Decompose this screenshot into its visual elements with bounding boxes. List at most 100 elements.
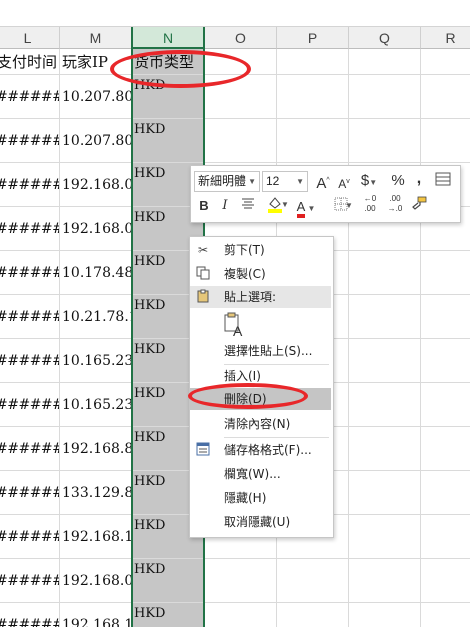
cell-m[interactable]: 192.168.1. [60, 603, 132, 627]
cell-m[interactable]: 192.168.0. [60, 163, 132, 207]
cell-m[interactable]: 10.165.237 [60, 383, 132, 427]
borders-icon[interactable]: ▼ [327, 196, 355, 216]
fill-color-icon[interactable]: ▼ [261, 195, 289, 218]
menu-item-unhide[interactable]: 取消隱藏(U) [190, 511, 331, 533]
header-cell-n[interactable]: 货币类型 [132, 49, 205, 75]
cell-l[interactable]: ######## [0, 559, 60, 603]
cell-p[interactable] [277, 559, 349, 603]
cell-m[interactable]: 192.168.10 [60, 515, 132, 559]
grow-font-button[interactable]: A^ [314, 171, 332, 194]
cell-r[interactable] [421, 119, 470, 163]
cell-n[interactable]: HKD [132, 559, 205, 603]
cell-m[interactable]: 10.21.78.1 [60, 295, 132, 339]
cell-l[interactable]: ######## [0, 427, 60, 471]
cell-m[interactable]: 133.129.8. [60, 471, 132, 515]
header-cell-m[interactable]: 玩家IP [60, 49, 132, 75]
column-header-r[interactable]: R [421, 27, 470, 49]
menu-item-cut[interactable]: ✂ 剪下(T) [190, 239, 331, 261]
column-header-o[interactable]: O [205, 27, 277, 49]
column-header-n[interactable]: N [132, 27, 205, 49]
cell-l[interactable]: ######## [0, 207, 60, 251]
cell-l[interactable]: ######## [0, 251, 60, 295]
header-cell-q[interactable] [349, 49, 421, 75]
format-painter-icon[interactable] [409, 196, 429, 217]
column-header-l[interactable]: L [0, 27, 60, 49]
increase-decimal-button[interactable]: ←0.00 [359, 194, 381, 214]
cell-q[interactable] [349, 295, 421, 339]
cell-n[interactable]: HKD [132, 603, 205, 627]
cell-q[interactable] [349, 603, 421, 627]
cell-l[interactable]: ######## [0, 515, 60, 559]
font-name-box[interactable]: 新細明體 ▼ [194, 171, 260, 192]
cell-q[interactable] [349, 339, 421, 383]
menu-item-delete[interactable]: 刪除(D) [190, 388, 331, 410]
percent-style-button[interactable]: % [389, 171, 407, 191]
cell-l[interactable]: ######## [0, 163, 60, 207]
cell-q[interactable] [349, 383, 421, 427]
cell-r[interactable] [421, 603, 470, 627]
cell-n[interactable]: HKD [132, 119, 205, 163]
menu-item-format-cells[interactable]: 儲存格格式(F)... [190, 439, 331, 461]
cell-o[interactable] [205, 603, 277, 627]
cell-p[interactable] [277, 603, 349, 627]
cell-r[interactable] [421, 383, 470, 427]
cell-l[interactable]: ######## [0, 383, 60, 427]
menu-item-column-width[interactable]: 欄寬(W)... [190, 463, 331, 485]
font-color-button[interactable]: A ▼ [291, 196, 321, 219]
menu-item-paste-special[interactable]: 選擇性貼上(S)... [190, 340, 331, 362]
align-center-icon[interactable] [239, 196, 257, 216]
cell-r[interactable] [421, 559, 470, 603]
italic-button[interactable]: I [217, 196, 233, 216]
column-header-p[interactable]: P [277, 27, 349, 49]
comma-style-button[interactable]: , [413, 169, 425, 189]
font-size-box[interactable]: 12 ▼ [262, 171, 308, 192]
paste-option-keep-source-icon[interactable]: A [222, 312, 246, 339]
cell-q[interactable] [349, 559, 421, 603]
cell-l[interactable]: ######## [0, 119, 60, 163]
column-header-m[interactable]: M [60, 27, 132, 49]
shrink-font-button[interactable]: Av [336, 172, 352, 194]
cell-l[interactable]: ######## [0, 295, 60, 339]
cell-l[interactable]: ######## [0, 471, 60, 515]
cell-q[interactable] [349, 119, 421, 163]
cell-n[interactable]: HKD [132, 75, 205, 119]
cell-m[interactable]: 10.207.80. [60, 119, 132, 163]
cell-q[interactable] [349, 471, 421, 515]
menu-item-hide[interactable]: 隱藏(H) [190, 487, 331, 509]
cell-m[interactable]: 10.165.237 [60, 339, 132, 383]
header-cell-p[interactable] [277, 49, 349, 75]
cell-p[interactable] [277, 75, 349, 119]
cell-l[interactable]: ######## [0, 75, 60, 119]
cell-p[interactable] [277, 119, 349, 163]
header-cell-l[interactable]: 支付时间 [0, 49, 60, 75]
cell-m[interactable]: 192.168.0. [60, 207, 132, 251]
menu-item-copy[interactable]: 複製(C) [190, 263, 331, 285]
cell-r[interactable] [421, 339, 470, 383]
bold-button[interactable]: B [195, 196, 213, 216]
menu-item-insert[interactable]: 插入(I) [190, 365, 331, 387]
cell-o[interactable] [205, 75, 277, 119]
menu-item-clear-contents[interactable]: 清除內容(N) [190, 413, 331, 435]
cell-o[interactable] [205, 559, 277, 603]
cell-r[interactable] [421, 251, 470, 295]
format-painter-table-icon[interactable] [433, 171, 453, 192]
cell-m[interactable]: 192.168.8. [60, 427, 132, 471]
cell-r[interactable] [421, 295, 470, 339]
currency-format-button[interactable]: $▼ [357, 171, 381, 193]
decrease-decimal-button[interactable]: .00 →.0 [384, 194, 406, 214]
cell-r[interactable] [421, 471, 470, 515]
cell-l[interactable]: ######## [0, 339, 60, 383]
cell-q[interactable] [349, 427, 421, 471]
cell-o[interactable] [205, 119, 277, 163]
header-cell-r[interactable] [421, 49, 470, 75]
cell-r[interactable] [421, 515, 470, 559]
cell-l[interactable]: ######## [0, 603, 60, 627]
column-header-q[interactable]: Q [349, 27, 421, 49]
cell-m[interactable]: 10.178.48. [60, 251, 132, 295]
header-cell-o[interactable] [205, 49, 277, 75]
cell-q[interactable] [349, 251, 421, 295]
cell-q[interactable] [349, 515, 421, 559]
cell-r[interactable] [421, 75, 470, 119]
cell-m[interactable]: 10.207.80. [60, 75, 132, 119]
cell-q[interactable] [349, 75, 421, 119]
